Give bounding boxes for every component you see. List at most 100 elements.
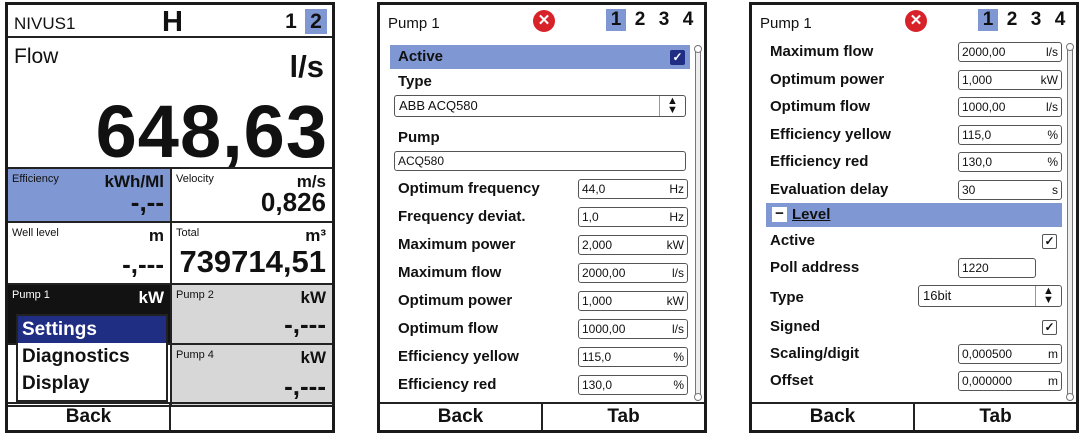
parameter-label: Optimum power [770, 70, 885, 88]
tab-2[interactable]: 2 [630, 9, 650, 31]
parameter-unit: % [673, 350, 684, 364]
level-type-label: Type [770, 289, 804, 306]
tab-2[interactable]: 2 [305, 9, 327, 34]
parameter-label: Maximum flow [398, 264, 502, 281]
level-section-header[interactable]: − Level [766, 203, 1062, 227]
pump2-value: -,--- [284, 309, 326, 339]
scaling-field[interactable]: 0,000500 m [958, 344, 1062, 364]
flow-unit: l/s [289, 49, 324, 84]
scrollbar[interactable] [1067, 43, 1073, 401]
pump4-unit: kW [300, 348, 327, 367]
tab-4[interactable]: 4 [678, 9, 698, 31]
minus-icon[interactable]: − [772, 206, 787, 222]
updown-arrows-icon: ▲ ▼ [659, 96, 685, 116]
offset-field[interactable]: 0,000000 m [958, 371, 1062, 391]
tab-3[interactable]: 3 [654, 9, 674, 31]
menu-item-display[interactable]: Display [18, 370, 166, 397]
main-display-screen: NIVUS1 H 1 2 Flow l/s 648,63 Efficiency … [5, 2, 335, 433]
tab-4[interactable]: 4 [1050, 9, 1070, 31]
tab-1[interactable]: 1 [978, 9, 998, 31]
parameter-value-field[interactable]: 44,0 Hz [578, 179, 688, 199]
parameter-value-field[interactable]: 1000,00 l/s [958, 97, 1062, 117]
tab-button[interactable]: Tab [541, 404, 704, 430]
back-button[interactable]: Back [380, 404, 541, 430]
parameter-unit: l/s [672, 266, 684, 280]
parameter-value: 1000,00 [962, 100, 1006, 114]
parameter-label: Maximum power [398, 236, 516, 253]
scrollbar[interactable] [695, 45, 701, 401]
screen-header: NIVUS1 H 1 2 [8, 5, 332, 38]
parameter-value-field[interactable]: 115,0% [578, 347, 688, 367]
menu-item-diagnostics[interactable]: Diagnostics [18, 343, 166, 370]
tab-1[interactable]: 1 [606, 9, 626, 31]
tab-3[interactable]: 3 [1026, 9, 1046, 31]
parameter-value-field[interactable]: 1,0 Hz [578, 207, 688, 227]
velocity-cell[interactable]: Velocity m/s 0,826 [172, 169, 332, 223]
efficiency-value: -,-- [130, 187, 164, 217]
parameter-unit: kW [1040, 72, 1058, 87]
softkey-right[interactable] [169, 404, 332, 430]
pump4-cell[interactable]: Pump 4 kW -,--- [172, 345, 332, 407]
pump-settings-scrolled-screen: Pump 1 ✕ 1 2 3 4 Maximum flow 2000,00 l/s O… [749, 2, 1079, 433]
scroll-down-icon[interactable] [1066, 393, 1074, 401]
back-button[interactable]: Back [752, 404, 913, 430]
softkey-bar: Back [8, 402, 332, 430]
scroll-down-icon[interactable] [694, 393, 702, 401]
parameter-unit: Hz [669, 210, 684, 224]
scaling-unit: m [1048, 347, 1058, 361]
device-name: NIVUS1 [14, 14, 76, 33]
checkmark-icon[interactable]: ✓ [670, 50, 685, 65]
parameter-value-field[interactable]: 2000,00 l/s [958, 42, 1062, 62]
parameter-label: Optimum flow [770, 98, 870, 115]
velocity-value: 0,826 [260, 187, 326, 217]
parameter-value-field[interactable]: 130,0% [578, 375, 688, 395]
type-value: ABB ACQ580 [399, 98, 478, 113]
level-type-select[interactable]: 16bit ▲ ▼ [918, 285, 1062, 307]
parameter-value-field[interactable]: 1,000 kW [578, 291, 688, 311]
pump-name-field[interactable]: ACQ580 [394, 151, 686, 171]
well-level-cell[interactable]: Well level m -,--- [8, 223, 172, 285]
parameter-unit: kW [666, 238, 684, 252]
checkmark-icon[interactable]: ✓ [1042, 320, 1057, 335]
signed-row: Signed [762, 316, 1062, 338]
poll-address-field[interactable]: 1220 [958, 258, 1036, 278]
signed-label: Signed [770, 318, 821, 335]
pump1-label: Pump 1 [12, 289, 50, 301]
parameter-value-field[interactable]: 30 s [958, 179, 1062, 200]
parameter-unit: l/s [1046, 100, 1058, 114]
pump2-unit: kW [300, 288, 327, 307]
parameter-value-field[interactable]: 115,0% [958, 124, 1062, 145]
active-row[interactable]: Active [390, 45, 690, 69]
parameter-value-field[interactable]: 1,000 kW [958, 69, 1062, 90]
scroll-up-icon[interactable] [694, 45, 702, 53]
parameter-unit: l/s [672, 322, 684, 336]
parameter-value: 2000,00 [962, 45, 1006, 59]
close-icon[interactable]: ✕ [533, 10, 555, 32]
pump2-cell[interactable]: Pump 2 kW -,--- [172, 285, 332, 345]
well-level-unit: m [148, 226, 164, 245]
tab-button[interactable]: Tab [913, 404, 1076, 430]
parameter-value-field[interactable]: 130,0% [958, 152, 1062, 172]
parameter-label: Optimum frequency [398, 180, 540, 197]
tab-2[interactable]: 2 [1002, 9, 1022, 31]
poll-address-value: 1220 [962, 261, 989, 275]
checkmark-icon[interactable]: ✓ [1042, 234, 1057, 249]
parameter-value-field[interactable]: 2000,00 l/s [578, 263, 688, 283]
back-button[interactable]: Back [8, 404, 169, 430]
parameter-unit: % [673, 378, 684, 392]
efficiency-cell[interactable]: Efficiency kWh/Ml -,-- [8, 169, 172, 223]
velocity-label: Velocity [176, 173, 214, 185]
parameter-value-field[interactable]: 1000,00 l/s [578, 319, 688, 339]
well-level-label: Well level [12, 227, 59, 239]
close-icon[interactable]: ✕ [905, 10, 927, 32]
type-select[interactable]: ABB ACQ580 ▲ ▼ [394, 95, 686, 117]
menu-item-settings[interactable]: Settings [18, 316, 166, 343]
parameter-value-field[interactable]: 2,000 kW [578, 235, 688, 255]
total-cell[interactable]: Total m³ 739714,51 [172, 223, 332, 285]
pump-settings-screen: Pump 1 ✕ 1 2 3 4 Active ✓ Type ABB ACQ58… [377, 2, 707, 433]
scroll-up-icon[interactable] [1066, 43, 1074, 51]
parameter-unit: % [1047, 155, 1058, 169]
parameter-value: 30 [962, 182, 976, 197]
tab-1[interactable]: 1 [280, 9, 302, 34]
parameter-value: 1000,00 [582, 322, 626, 336]
